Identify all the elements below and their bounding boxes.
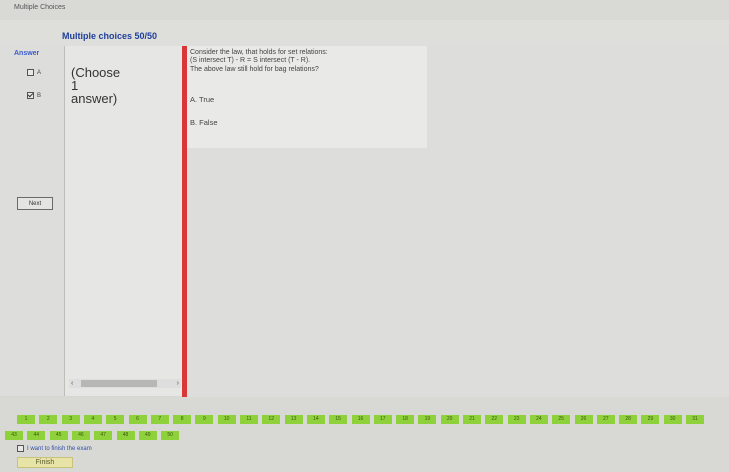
horizontal-scrollbar[interactable]: ‹ › xyxy=(69,379,181,388)
answer-option-a[interactable]: A xyxy=(27,69,41,76)
question-nav-button[interactable]: 50 xyxy=(161,431,180,440)
question-nav-button[interactable]: 26 xyxy=(574,415,593,424)
scroll-right-icon[interactable]: › xyxy=(177,379,179,388)
question-nav-button[interactable]: 22 xyxy=(485,415,504,424)
question-nav-button[interactable]: 47 xyxy=(94,431,113,440)
question-nav-button[interactable]: 3 xyxy=(61,415,80,424)
choice-a-text: A. True xyxy=(190,95,215,104)
question-nav-button[interactable]: 30 xyxy=(663,415,682,424)
question-nav-button[interactable]: 18 xyxy=(396,415,415,424)
question-nav-button[interactable]: 24 xyxy=(529,415,548,424)
question-nav-button[interactable]: 4 xyxy=(83,415,102,424)
question-nav-button[interactable]: 9 xyxy=(195,415,214,424)
instruction-panel: (Choose 1 answer) ‹ › xyxy=(64,46,183,396)
question-nav-button[interactable]: 19 xyxy=(418,415,437,424)
checkbox-a[interactable] xyxy=(27,69,34,76)
finish-checkbox-label: I want to finish the exam xyxy=(27,445,92,452)
instruction-line-3: answer) xyxy=(71,91,118,106)
next-button[interactable]: Next xyxy=(17,197,53,210)
finish-checkbox-row[interactable]: I want to finish the exam xyxy=(17,445,92,452)
option-b-label: B xyxy=(37,92,42,99)
page-title: Multiple choices 50/50 xyxy=(62,31,158,41)
question-nav-button[interactable]: 6 xyxy=(128,415,147,424)
question-nav-button[interactable]: 49 xyxy=(138,431,157,440)
question-nav-button[interactable]: 5 xyxy=(106,415,125,424)
question-nav-button[interactable]: 21 xyxy=(463,415,481,424)
answer-option-b[interactable]: B xyxy=(27,92,41,99)
question-nav-button[interactable]: 14 xyxy=(306,415,325,424)
window-title: Multiple Choices xyxy=(14,4,66,11)
question-nav-button[interactable]: 16 xyxy=(351,415,370,424)
question-nav-button[interactable]: 31 xyxy=(686,415,704,424)
question-nav-button[interactable]: 45 xyxy=(49,431,68,440)
question-nav-button[interactable]: 20 xyxy=(440,415,459,424)
question-nav-button[interactable]: 15 xyxy=(329,415,348,424)
question-nav-button[interactable]: 1 xyxy=(17,415,35,424)
choice-b-text: B. False xyxy=(190,118,218,127)
window-titlebar: Multiple Choices xyxy=(0,0,729,21)
finish-checkbox[interactable] xyxy=(17,445,24,452)
question-nav-button[interactable]: 46 xyxy=(71,431,90,440)
question-nav-button[interactable]: 10 xyxy=(217,415,236,424)
question-nav-button[interactable]: 43 xyxy=(5,431,23,440)
question-nav-button[interactable]: 17 xyxy=(373,415,392,424)
question-line-2: (S intersect T) - R = S intersect (T - R… xyxy=(190,57,311,64)
checkbox-b[interactable] xyxy=(27,92,34,99)
question-nav-button[interactable]: 2 xyxy=(39,415,58,424)
question-nav-button[interactable]: 27 xyxy=(596,415,615,424)
question-nav-button[interactable]: 13 xyxy=(284,415,303,424)
instruction-line-1: (Choose xyxy=(71,65,121,80)
scrollbar-thumb[interactable] xyxy=(81,380,157,387)
question-nav-button[interactable]: 7 xyxy=(150,415,169,424)
question-nav-button[interactable]: 29 xyxy=(641,415,660,424)
question-nav-button[interactable]: 44 xyxy=(27,431,46,440)
scroll-left-icon[interactable]: ‹ xyxy=(71,379,73,388)
option-a-label: A xyxy=(37,69,42,76)
question-nav-button[interactable]: 25 xyxy=(552,415,571,424)
answer-title: Answer xyxy=(14,50,40,57)
question-nav-button[interactable]: 48 xyxy=(116,431,135,440)
question-nav-button[interactable]: 28 xyxy=(619,415,638,424)
question-line-3: The above law still hold for bag relatio… xyxy=(190,66,319,73)
question-nav-button[interactable]: 11 xyxy=(240,415,258,424)
question-nav-button[interactable]: 8 xyxy=(173,415,192,424)
question-line-1: Consider the law, that holds for set rel… xyxy=(190,49,328,56)
instruction-text: (Choose 1 answer) xyxy=(71,66,141,105)
finish-button[interactable]: Finish xyxy=(17,457,73,468)
question-nav-button[interactable]: 12 xyxy=(262,415,281,424)
question-nav-button[interactable]: 23 xyxy=(507,415,526,424)
